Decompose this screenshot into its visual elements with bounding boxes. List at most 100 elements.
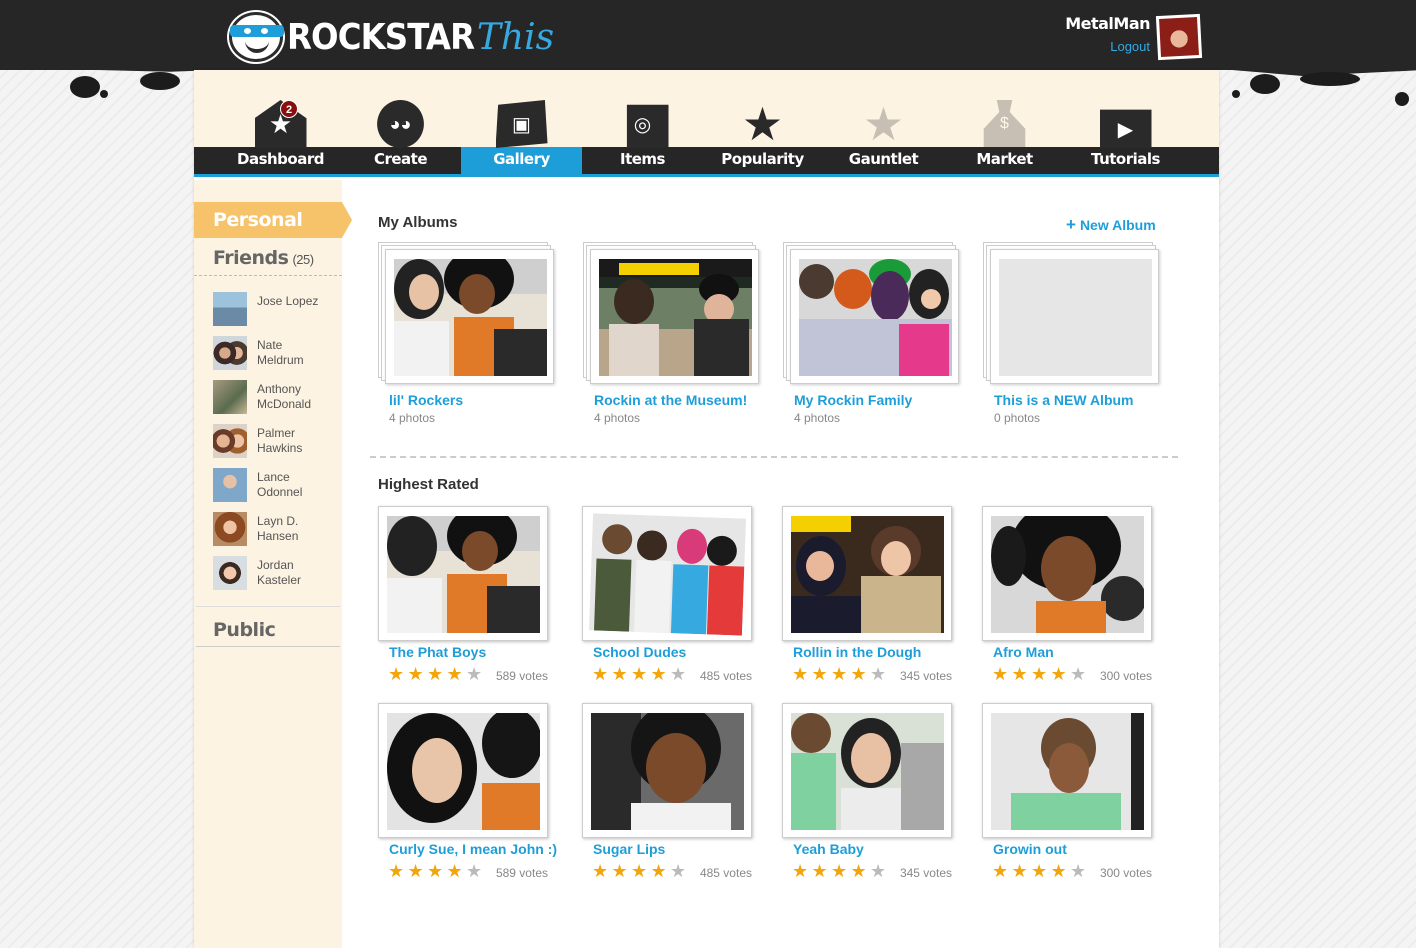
- star-icon[interactable]: ★: [388, 862, 408, 880]
- star-icon[interactable]: ★: [1051, 665, 1071, 683]
- photo-title: The Phat Boys: [389, 644, 487, 660]
- album-title: This is a NEW Album: [994, 392, 1134, 408]
- star-icon[interactable]: ★: [466, 665, 486, 683]
- kiss-face-icon: ◕◕: [375, 100, 427, 148]
- star-icon[interactable]: ★: [670, 862, 690, 880]
- logout-link[interactable]: Logout: [1060, 39, 1150, 54]
- friend-name: Jose Lopez: [257, 294, 319, 308]
- tab-friends[interactable]: Friends (25): [194, 240, 342, 276]
- friend-item[interactable]: Anthony McDonald: [213, 380, 338, 424]
- nav-gauntlet[interactable]: ★ Gauntlet: [823, 70, 944, 177]
- star-icon[interactable]: ★: [651, 665, 671, 683]
- rated-photo: [387, 516, 540, 633]
- album-photo-count: 0 photos: [994, 411, 1041, 425]
- star-rating[interactable]: ★ ★ ★ ★ ★: [992, 862, 1090, 880]
- rated-photo: [791, 516, 944, 633]
- main-panel: 2 ★ Dashboard ◕◕ Create ▣ Gallery ◎ Item…: [194, 70, 1219, 948]
- star-icon[interactable]: ★: [592, 862, 612, 880]
- rated-photo: [791, 713, 944, 830]
- nav-label: Market: [976, 150, 1033, 168]
- star-icon[interactable]: ★: [447, 665, 467, 683]
- star-icon[interactable]: ★: [612, 665, 632, 683]
- photo-title: Rollin in the Dough: [793, 644, 922, 660]
- friend-item[interactable]: Lance Odonnel: [213, 468, 338, 512]
- star-icon[interactable]: ★: [851, 665, 871, 683]
- star-icon[interactable]: ★: [831, 862, 851, 880]
- star-icon[interactable]: ★: [466, 862, 486, 880]
- ink-splat: [1300, 72, 1360, 86]
- nav-gallery[interactable]: ▣ Gallery: [461, 70, 582, 177]
- nav-create[interactable]: ◕◕ Create: [340, 70, 461, 177]
- star-icon[interactable]: ★: [870, 862, 890, 880]
- friend-item[interactable]: Jose Lopez: [213, 292, 338, 336]
- friend-item[interactable]: Nate Meldrum: [213, 336, 338, 380]
- star-icon[interactable]: ★: [447, 862, 467, 880]
- star-icon[interactable]: ★: [612, 862, 632, 880]
- star-icon[interactable]: ★: [388, 665, 408, 683]
- friend-item[interactable]: Jordan Kasteler: [213, 556, 338, 600]
- star-icon[interactable]: ★: [1070, 665, 1090, 683]
- album-title: Rockin at the Museum!: [594, 392, 748, 408]
- star-rating[interactable]: ★ ★ ★ ★ ★: [792, 665, 890, 683]
- nav-market[interactable]: $ Market: [944, 70, 1065, 177]
- star-icon[interactable]: ★: [1012, 862, 1032, 880]
- star-icon[interactable]: ★: [1051, 862, 1071, 880]
- user-menu: MetalMan Logout: [1060, 14, 1150, 54]
- star-icon[interactable]: ★: [631, 665, 651, 683]
- guitar-amp-icon: ◎: [617, 100, 669, 148]
- star-icon[interactable]: ★: [427, 665, 447, 683]
- star-icon: ★: [741, 98, 784, 150]
- sidebar: Personal Friends (25) Jose Lopez Nate Mel…: [194, 180, 352, 948]
- star-rating[interactable]: ★ ★ ★ ★ ★: [388, 665, 486, 683]
- photo-title: Sugar Lips: [593, 841, 666, 857]
- new-album-button[interactable]: + New Album: [1066, 215, 1156, 235]
- nav-label: Tutorials: [1091, 150, 1160, 168]
- star-icon[interactable]: ★: [812, 665, 832, 683]
- star-icon[interactable]: ★: [831, 665, 851, 683]
- photo-title: School Dudes: [593, 644, 687, 660]
- star-icon[interactable]: ★: [670, 665, 690, 683]
- user-avatar[interactable]: [1155, 13, 1203, 61]
- vote-count: 485 votes: [699, 669, 752, 683]
- star-rating[interactable]: ★ ★ ★ ★ ★: [388, 862, 486, 880]
- star-icon[interactable]: ★: [408, 862, 428, 880]
- friend-item[interactable]: Palmer Hawkins: [213, 424, 338, 468]
- star-icon[interactable]: ★: [992, 665, 1012, 683]
- vote-count: 300 votes: [1099, 866, 1152, 880]
- rockstar-this-logo[interactable]: ROCKSTAR This: [229, 12, 554, 62]
- star-icon[interactable]: ★: [427, 862, 447, 880]
- star-rating[interactable]: ★ ★ ★ ★ ★: [992, 665, 1090, 683]
- star-icon[interactable]: ★: [1070, 862, 1090, 880]
- album-title: lil' Rockers: [389, 392, 464, 408]
- star-icon[interactable]: ★: [792, 862, 812, 880]
- vote-count: 345 votes: [899, 866, 952, 880]
- star-icon[interactable]: ★: [651, 862, 671, 880]
- star-rating[interactable]: ★ ★ ★ ★ ★: [592, 862, 690, 880]
- star-icon[interactable]: ★: [812, 862, 832, 880]
- star-icon[interactable]: ★: [992, 862, 1012, 880]
- nav-popularity[interactable]: ★ Popularity: [702, 70, 823, 177]
- nav-tutorials[interactable]: ▶ Tutorials: [1065, 70, 1186, 177]
- tab-public[interactable]: Public: [196, 606, 340, 647]
- star-rating[interactable]: ★ ★ ★ ★ ★: [792, 862, 890, 880]
- friends-count: (25): [292, 252, 314, 267]
- tab-personal[interactable]: Personal: [194, 202, 352, 238]
- star-icon[interactable]: ★: [870, 665, 890, 683]
- nav-items[interactable]: ◎ Items: [582, 70, 703, 177]
- nav-dashboard[interactable]: 2 ★ Dashboard: [220, 70, 341, 177]
- star-icon[interactable]: ★: [408, 665, 428, 683]
- vote-count: 345 votes: [899, 669, 952, 683]
- album-cover: [799, 259, 952, 376]
- star-icon[interactable]: ★: [631, 862, 651, 880]
- album-cover: [394, 259, 547, 376]
- star-icon[interactable]: ★: [1031, 665, 1051, 683]
- star-icon[interactable]: ★: [592, 665, 612, 683]
- friend-name: Nate Meldrum: [257, 338, 304, 367]
- star-icon[interactable]: ★: [851, 862, 871, 880]
- friend-item[interactable]: Layn D. Hansen: [213, 512, 338, 556]
- star-icon[interactable]: ★: [792, 665, 812, 683]
- username: MetalMan: [1065, 14, 1150, 33]
- star-rating[interactable]: ★ ★ ★ ★ ★: [592, 665, 690, 683]
- star-icon[interactable]: ★: [1012, 665, 1032, 683]
- star-icon[interactable]: ★: [1031, 862, 1051, 880]
